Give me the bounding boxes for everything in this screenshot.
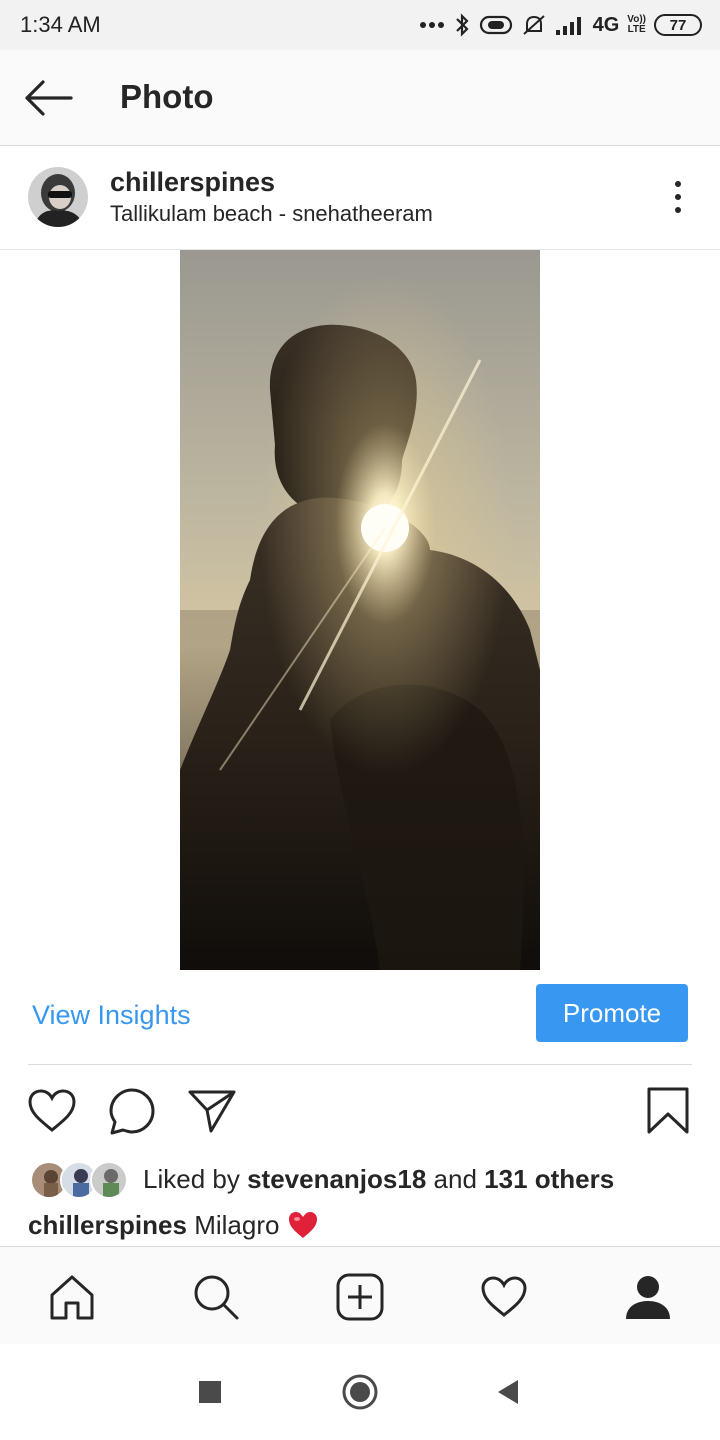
nav-search[interactable] xyxy=(190,1271,242,1323)
caption-text: Milagro xyxy=(194,1210,280,1240)
liked-by-text: Liked by stevenanjos18 and 131 others xyxy=(143,1164,615,1194)
network-type: 4G xyxy=(592,13,620,36)
bottom-navigation xyxy=(0,1246,720,1344)
liker-username[interactable]: stevenanjos18 xyxy=(247,1164,426,1194)
comment-button[interactable] xyxy=(107,1086,157,1136)
post-photo[interactable] xyxy=(180,250,540,970)
status-bar: 1:34 AM 4G Vo)) LTE 77 xyxy=(0,0,720,50)
post-header: chillerspines Tallikulam beach - snehath… xyxy=(0,147,720,250)
back-triangle-icon xyxy=(498,1380,518,1404)
nav-profile[interactable] xyxy=(622,1271,674,1323)
bluetooth-icon xyxy=(453,13,471,37)
promote-button[interactable]: Promote xyxy=(536,984,688,1042)
post-username[interactable]: chillerspines xyxy=(110,167,275,198)
recents-icon xyxy=(199,1381,221,1403)
share-icon xyxy=(188,1090,236,1133)
like-button[interactable] xyxy=(27,1086,77,1136)
save-button[interactable] xyxy=(643,1086,693,1136)
liker-avatar xyxy=(90,1161,128,1199)
back-button[interactable] xyxy=(18,74,78,122)
app-bar: Photo xyxy=(0,50,720,146)
page-title: Photo xyxy=(120,78,214,115)
view-insights-link[interactable]: View Insights xyxy=(32,1000,191,1031)
comment-icon xyxy=(109,1088,155,1135)
status-icons: 4G Vo)) LTE 77 xyxy=(419,10,702,40)
activity-icon xyxy=(481,1276,527,1317)
liked-by-row[interactable]: Liked by stevenanjos18 and 131 others xyxy=(30,1160,690,1200)
divider xyxy=(28,1064,692,1065)
back-arrow-icon xyxy=(25,80,73,116)
profile-icon xyxy=(626,1276,670,1319)
nav-activity[interactable] xyxy=(478,1271,530,1323)
bookmark-icon xyxy=(647,1087,689,1134)
post-caption: chillerspines Milagro xyxy=(28,1210,319,1241)
system-navigation-bar xyxy=(0,1344,720,1440)
toggle-icon xyxy=(479,14,513,36)
more-vertical-icon xyxy=(675,181,681,187)
likes-count[interactable]: 131 others xyxy=(484,1164,614,1194)
mute-icon xyxy=(521,13,547,37)
volte-indicator: Vo)) LTE xyxy=(627,14,646,35)
home-circle-icon xyxy=(342,1374,378,1410)
more-dots-icon xyxy=(419,21,445,29)
heart-emoji-icon xyxy=(287,1210,319,1240)
caption-username[interactable]: chillerspines xyxy=(28,1210,187,1240)
post-location[interactable]: Tallikulam beach - snehatheeram xyxy=(110,201,433,227)
nav-new-post[interactable] xyxy=(334,1271,386,1323)
nav-home[interactable] xyxy=(46,1271,98,1323)
recents-button[interactable] xyxy=(190,1372,230,1412)
heart-icon xyxy=(28,1089,76,1132)
search-icon xyxy=(194,1275,239,1320)
system-back-button[interactable] xyxy=(488,1372,528,1412)
add-post-icon xyxy=(336,1273,384,1321)
share-button[interactable] xyxy=(187,1086,237,1136)
system-home-button[interactable] xyxy=(340,1372,380,1412)
avatar[interactable] xyxy=(28,167,88,227)
battery-indicator: 77 xyxy=(654,14,702,36)
more-options-button[interactable] xyxy=(666,177,690,217)
home-icon xyxy=(50,1275,94,1320)
signal-icon xyxy=(555,14,585,36)
status-time: 1:34 AM xyxy=(20,12,101,37)
